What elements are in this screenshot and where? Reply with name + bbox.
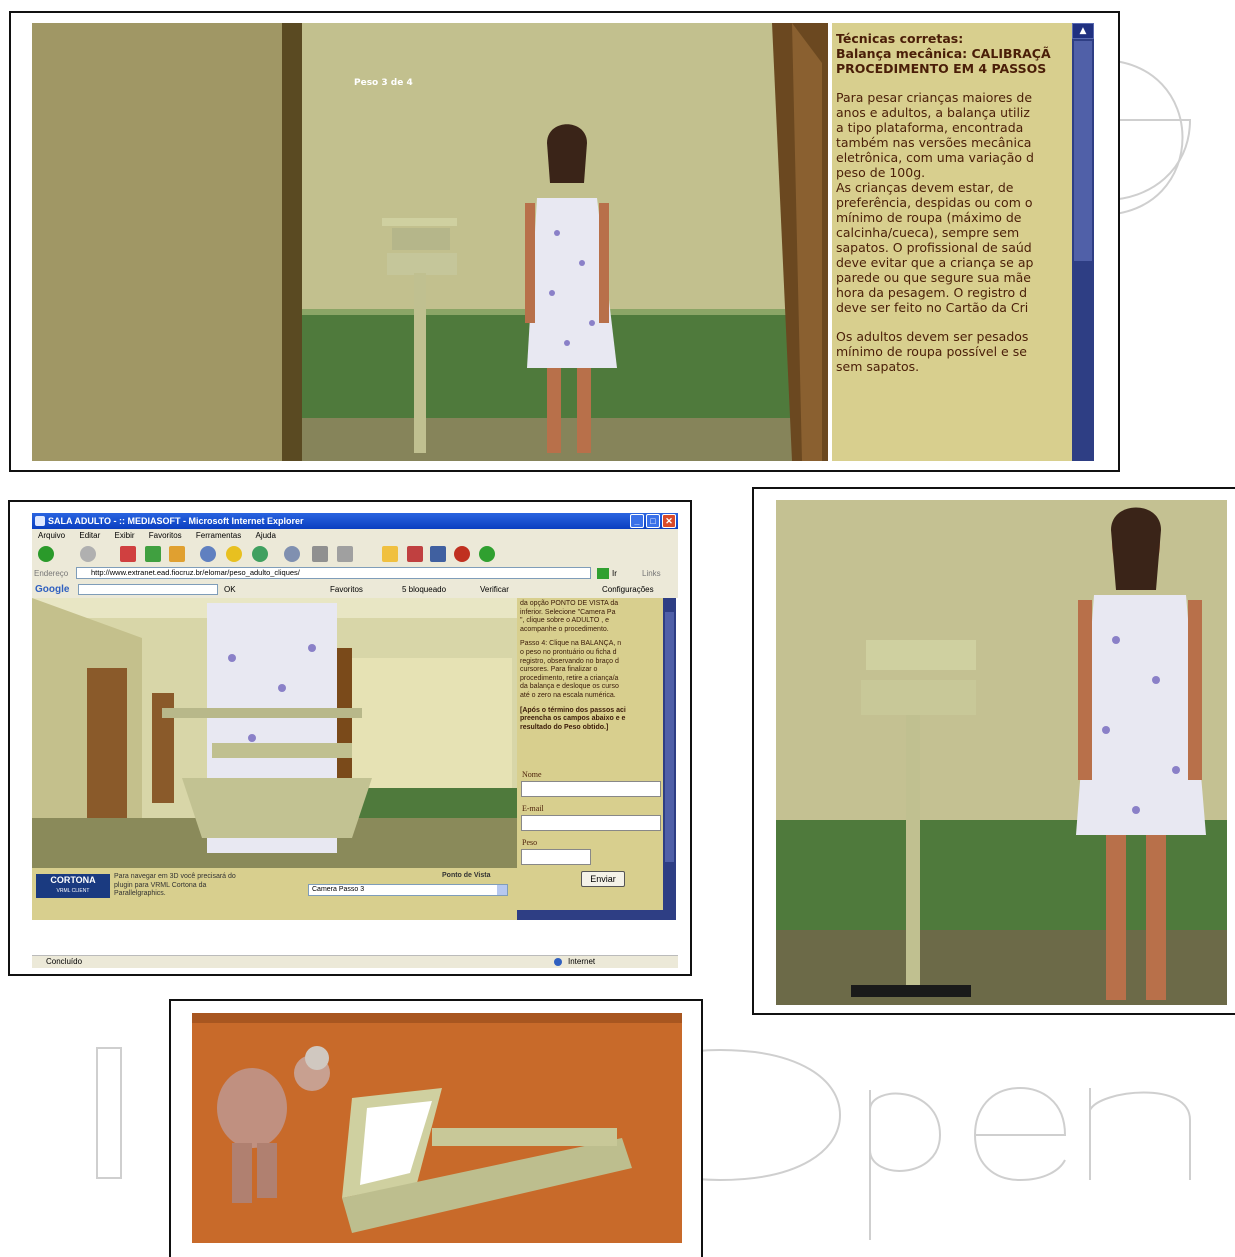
window-title: SALA ADULTO - :: MEDIASOFT - Microsoft I… bbox=[48, 516, 304, 526]
viewpoint-select-value: Camera Passo 3 bbox=[312, 886, 365, 893]
scroll-thumb[interactable] bbox=[1074, 41, 1092, 261]
google-item[interactable]: Favoritos bbox=[330, 582, 363, 597]
status-bar: Concluído Internet bbox=[32, 955, 678, 968]
forward-icon[interactable] bbox=[80, 546, 96, 562]
cortona-logo: CORTONA VRML CLIENT bbox=[36, 874, 110, 898]
menu-item[interactable]: Ajuda bbox=[255, 531, 275, 540]
viewpoint-label: Ponto de Vista bbox=[442, 872, 491, 879]
top-screenshot-frame: Peso 3 de 4 Técnicas corretas: Balança m… bbox=[9, 11, 1120, 472]
name-field[interactable] bbox=[521, 781, 661, 797]
woman-scale-render bbox=[776, 500, 1227, 1005]
menu-item[interactable]: Ferramentas bbox=[196, 531, 241, 540]
menu-item[interactable]: Arquivo bbox=[38, 531, 65, 540]
name-label: Nome bbox=[522, 770, 542, 779]
sidebar-paragraph: Passo 4: Clique na BALANÇA, n o peso no … bbox=[520, 640, 622, 699]
chevron-down-icon[interactable] bbox=[497, 885, 507, 895]
horizontal-scrollbar[interactable] bbox=[517, 910, 676, 920]
bottom-screenshot-frame bbox=[169, 999, 703, 1257]
home-icon[interactable] bbox=[169, 546, 185, 562]
panel-paragraph: Para pesar crianças maiores de anos e ad… bbox=[836, 90, 1034, 315]
zone-text: Internet bbox=[568, 957, 596, 966]
messenger-icon[interactable] bbox=[479, 546, 495, 562]
cortona-logo-text: CORTONA bbox=[50, 875, 96, 885]
maximize-button[interactable]: □ bbox=[646, 514, 660, 528]
internet-zone-icon bbox=[554, 958, 562, 966]
search-icon[interactable] bbox=[200, 546, 216, 562]
go-button[interactable] bbox=[597, 568, 609, 579]
google-logo: Google bbox=[35, 584, 70, 595]
window-titlebar: SALA ADULTO - :: MEDIASOFT - Microsoft I… bbox=[32, 513, 678, 529]
stop-icon[interactable] bbox=[120, 546, 136, 562]
google-item[interactable]: Configurações bbox=[602, 582, 654, 597]
sidebar-paragraph: [Após o término dos passos aci preencha … bbox=[520, 706, 626, 731]
weight-label: Peso bbox=[522, 838, 538, 847]
step-overlay-label: Peso 3 de 4 bbox=[354, 78, 413, 88]
history-icon[interactable] bbox=[252, 546, 268, 562]
google-search-input[interactable] bbox=[78, 584, 218, 595]
mail-icon[interactable] bbox=[284, 546, 300, 562]
google-item[interactable]: 5 bloqueado bbox=[402, 582, 446, 597]
menu-item[interactable]: Favoritos bbox=[149, 531, 182, 540]
viewpoint-panel: CORTONA VRML CLIENT Para navegar em 3D v… bbox=[32, 868, 517, 920]
toolbar bbox=[32, 543, 678, 565]
google-item[interactable]: OK bbox=[224, 582, 236, 597]
url-input[interactable]: http://www.extranet.ead.fiocruz.br/eloma… bbox=[76, 567, 591, 579]
go-label[interactable]: Ir bbox=[612, 566, 617, 581]
ie-logo-icon bbox=[35, 516, 45, 526]
baby-scale-render bbox=[192, 1013, 682, 1243]
browser-screenshot-frame: SALA ADULTO - :: MEDIASOFT - Microsoft I… bbox=[8, 500, 692, 976]
print-icon[interactable] bbox=[312, 546, 328, 562]
scroll-up-arrow-icon[interactable]: ▲ bbox=[1072, 23, 1094, 39]
google-item[interactable]: Verificar bbox=[480, 582, 509, 597]
email-label: E-mail bbox=[522, 804, 544, 813]
address-bar: Endereço http://www.extranet.ead.fiocruz… bbox=[32, 566, 678, 581]
vrml-3d-viewport[interactable] bbox=[32, 598, 517, 868]
menu-item[interactable]: Exibir bbox=[115, 531, 135, 540]
panel-paragraph: Os adultos devem ser pesados mínimo de r… bbox=[836, 329, 1029, 374]
virtual-room-scene: Peso 3 de 4 bbox=[32, 23, 828, 461]
form-area: Nome E-mail Peso Enviar bbox=[517, 768, 663, 910]
cortona-note: Para navegar em 3D você precisará do plu… bbox=[114, 873, 236, 897]
weight-field[interactable] bbox=[521, 849, 591, 865]
menu-bar: Arquivo Editar Exibir Favoritos Ferramen… bbox=[32, 529, 678, 543]
close-button[interactable]: ✕ bbox=[662, 514, 676, 528]
cortona-logo-sub: VRML CLIENT bbox=[56, 888, 90, 894]
room-3d-render bbox=[32, 23, 828, 461]
refresh-icon[interactable] bbox=[145, 546, 161, 562]
minimize-button[interactable]: _ bbox=[630, 514, 644, 528]
sidebar-paragraph: da opção PONTO DE VISTA da inferior. Sel… bbox=[520, 600, 619, 633]
toolbar-app-icon[interactable] bbox=[454, 546, 470, 562]
favorites-star-icon[interactable] bbox=[226, 546, 242, 562]
status-text: Concluído bbox=[46, 957, 83, 966]
menu-item[interactable]: Editar bbox=[79, 531, 100, 540]
folder-icon[interactable] bbox=[382, 546, 398, 562]
right-screenshot-frame bbox=[752, 487, 1235, 1015]
ie-window: SALA ADULTO - :: MEDIASOFT - Microsoft I… bbox=[32, 513, 678, 968]
google-toolbar: Google OK Favoritos 5 bloqueado Verifica… bbox=[32, 582, 678, 597]
toolbar-app-icon[interactable] bbox=[407, 546, 423, 562]
address-label: Endereço bbox=[34, 569, 69, 578]
scroll-thumb[interactable] bbox=[665, 612, 674, 862]
instructions-panel: Técnicas corretas: Balança mecânica: CAL… bbox=[832, 23, 1072, 461]
toolbar-app-icon[interactable] bbox=[430, 546, 446, 562]
page-content: da opção PONTO DE VISTA da inferior. Sel… bbox=[32, 598, 678, 956]
back-icon[interactable] bbox=[38, 546, 54, 562]
viewpoint-select[interactable]: Camera Passo 3 bbox=[308, 884, 508, 896]
submit-button[interactable]: Enviar bbox=[581, 871, 625, 887]
panel-title: Técnicas corretas: Balança mecânica: CAL… bbox=[836, 31, 1051, 76]
links-label[interactable]: Links bbox=[642, 566, 661, 581]
email-field[interactable] bbox=[521, 815, 661, 831]
sidebar-scrollbar[interactable] bbox=[663, 598, 676, 910]
edit-icon[interactable] bbox=[337, 546, 353, 562]
panel-scrollbar[interactable]: ▲ bbox=[1072, 23, 1094, 461]
